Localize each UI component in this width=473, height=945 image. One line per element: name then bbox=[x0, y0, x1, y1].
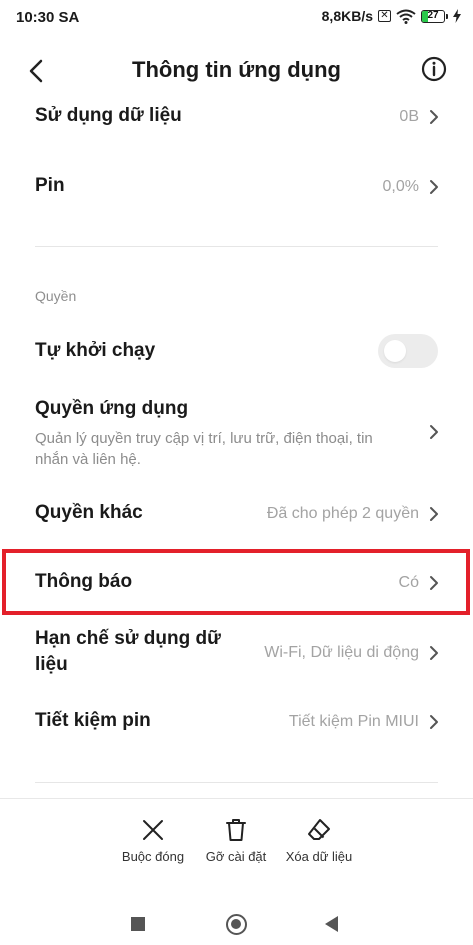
network-speed: 8,8KB/s bbox=[321, 8, 373, 24]
trash-icon bbox=[226, 819, 246, 841]
permissions-section-label: Quyền bbox=[35, 288, 77, 304]
chevron-right-icon bbox=[430, 646, 438, 660]
clear-data-button[interactable]: Xóa dữ liệu bbox=[269, 817, 369, 864]
page-title: Thông tin ứng dụng bbox=[132, 57, 341, 82]
toggle-knob bbox=[384, 340, 406, 362]
home-dot bbox=[231, 919, 241, 929]
no-sim-icon: ✕ bbox=[378, 10, 391, 22]
app-permissions-title: Quyền ứng dụng bbox=[35, 398, 189, 419]
divider bbox=[35, 782, 438, 783]
info-icon[interactable] bbox=[421, 56, 447, 82]
app-header: Thông tin ứng dụng bbox=[0, 44, 473, 96]
back-button[interactable] bbox=[325, 916, 338, 932]
chevron-right-icon bbox=[430, 180, 438, 194]
restrict-data-title-line2: liệu bbox=[35, 654, 68, 675]
status-bar: 10:30 SA 8,8KB/s ✕ 27 bbox=[0, 0, 473, 36]
restrict-data-title-line1: Hạn chế sử dụng dữ bbox=[35, 628, 221, 649]
chevron-right-icon bbox=[430, 507, 438, 521]
status-icons: 8,8KB/s ✕ 27 bbox=[322, 8, 461, 24]
battery-saver-value: Tiết kiệm Pin MIUI bbox=[288, 713, 419, 730]
navigation-bar bbox=[0, 890, 473, 945]
charging-icon bbox=[453, 9, 461, 23]
restrict-data-row[interactable]: Hạn chế sử dụng dữ liệu Wi-Fi, Dữ liệu d… bbox=[0, 624, 473, 684]
other-permissions-row[interactable]: Quyền khác Đã cho phép 2 quyền bbox=[0, 492, 473, 536]
status-time: 10:30 SA bbox=[16, 9, 80, 26]
other-permissions-value: Đã cho phép 2 quyền bbox=[266, 505, 419, 522]
eraser-icon bbox=[308, 819, 330, 840]
battery-row[interactable]: Pin 0,0% bbox=[0, 160, 473, 212]
data-usage-row[interactable]: Sử dụng dữ liệu 0B bbox=[0, 96, 473, 138]
autostart-toggle[interactable] bbox=[378, 334, 438, 368]
autostart-title: Tự khởi chạy bbox=[35, 340, 156, 361]
chevron-right-icon bbox=[430, 425, 438, 439]
highlight-box bbox=[2, 549, 470, 615]
close-icon bbox=[143, 820, 163, 840]
battery-level: 27 bbox=[427, 9, 439, 21]
app-permissions-description: Quản lý quyền truy cập vị trí, lưu trữ, … bbox=[35, 430, 373, 468]
battery-icon: 27 bbox=[421, 9, 448, 23]
home-button[interactable] bbox=[226, 914, 247, 935]
clear-data-label: Xóa dữ liệu bbox=[285, 849, 353, 864]
chevron-right-icon bbox=[430, 110, 438, 124]
app-permissions-row[interactable]: Quyền ứng dụng Quản lý quyền truy cập vị… bbox=[0, 392, 473, 472]
data-usage-title: Sử dụng dữ liệu bbox=[35, 105, 182, 126]
divider bbox=[35, 246, 438, 247]
battery-title: Pin bbox=[35, 175, 65, 196]
recents-button[interactable] bbox=[131, 917, 145, 931]
other-permissions-title: Quyền khác bbox=[35, 502, 143, 523]
data-usage-value: 0B bbox=[399, 108, 419, 125]
battery-value: 0,0% bbox=[382, 178, 419, 195]
battery-saver-title: Tiết kiệm pin bbox=[35, 710, 151, 731]
chevron-right-icon bbox=[430, 715, 438, 729]
wifi-icon bbox=[396, 9, 416, 24]
battery-saver-row[interactable]: Tiết kiệm pin Tiết kiệm Pin MIUI bbox=[0, 700, 473, 744]
action-bar: Buộc đóng Gỡ cài đặt Xóa dữ liệu bbox=[0, 798, 473, 890]
restrict-data-value: Wi-Fi, Dữ liệu di động bbox=[264, 644, 419, 661]
